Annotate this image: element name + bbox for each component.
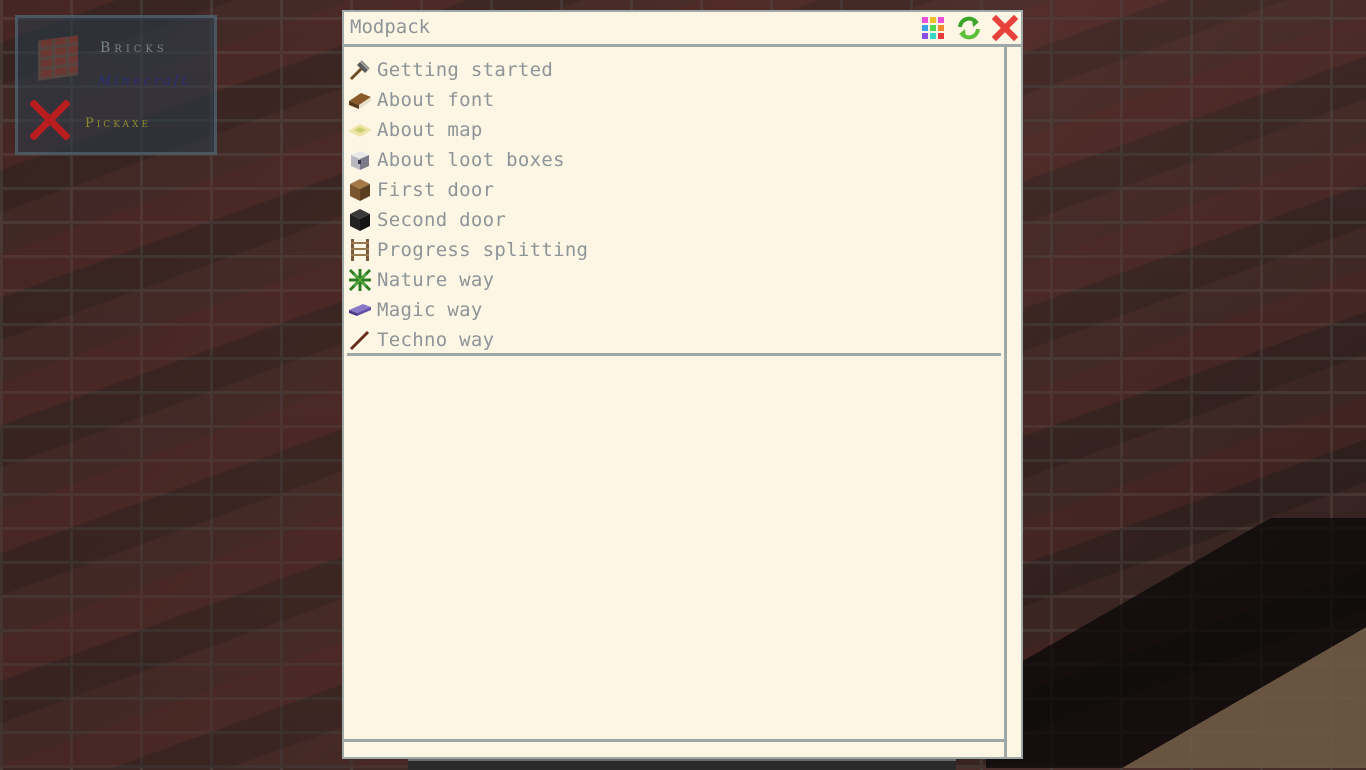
quest-item-about-loot-boxes[interactable]: About loot boxes: [347, 145, 1001, 175]
block-info-hud: Bricks Minecraft Pickaxe: [15, 15, 217, 155]
quest-item-nature-way[interactable]: Nature way: [347, 265, 1001, 295]
quest-panel: Getting started About font About map Abo…: [347, 50, 1001, 739]
player-arm-shadow: [986, 518, 1366, 768]
hotbar: [408, 759, 956, 770]
window-titlebar: Modpack: [344, 12, 1021, 47]
book-icon: [349, 93, 371, 109]
quest-label: Getting started: [377, 59, 554, 81]
lootbox-icon: [351, 151, 369, 170]
map-icon: [348, 124, 372, 137]
bricks-block-icon: [38, 35, 78, 81]
close-icon[interactable]: [992, 15, 1018, 41]
quest-item-about-map[interactable]: About map: [347, 115, 1001, 145]
stick-icon: [349, 330, 370, 351]
quest-label: Nature way: [377, 269, 495, 291]
quest-label: About map: [377, 119, 483, 141]
ladder-icon: [351, 239, 369, 261]
vine-icon: [348, 268, 372, 292]
hammer-icon: [349, 60, 370, 81]
quest-item-first-door[interactable]: First door: [347, 175, 1001, 205]
quest-item-magic-way[interactable]: Magic way: [347, 295, 1001, 325]
hud-mod-name: Minecraft: [98, 74, 190, 89]
wooden-block-icon: [350, 179, 370, 201]
quest-item-techno-way[interactable]: Techno way: [347, 325, 1001, 355]
list-divider: [347, 353, 1001, 356]
quest-item-getting-started[interactable]: Getting started: [347, 55, 1001, 85]
quest-label: Techno way: [377, 329, 495, 351]
quest-item-second-door[interactable]: Second door: [347, 205, 1001, 235]
quest-item-about-font[interactable]: About font: [347, 85, 1001, 115]
quest-list: Getting started About font About map Abo…: [347, 55, 1001, 355]
refresh-icon[interactable]: [956, 15, 982, 41]
quest-label: Magic way: [377, 299, 483, 321]
hud-block-name: Bricks: [100, 40, 168, 56]
quest-label: About loot boxes: [377, 149, 565, 171]
quest-label: About font: [377, 89, 495, 111]
dark-block-icon: [350, 209, 370, 231]
scrollbar[interactable]: [1004, 47, 1021, 757]
quest-label: First door: [377, 179, 495, 201]
bottom-bar: [344, 739, 1004, 757]
magic-ingot-icon: [349, 304, 371, 316]
quest-label: Progress splitting: [377, 239, 589, 261]
quest-item-progress-splitting[interactable]: Progress splitting: [347, 235, 1001, 265]
hud-tool-name: Pickaxe: [85, 116, 152, 131]
modpack-window: Modpack Getting started About font About…: [342, 10, 1023, 759]
window-title: Modpack: [350, 16, 431, 38]
red-x-icon: [30, 100, 70, 140]
grid-icon[interactable]: [920, 15, 946, 41]
quest-label: Second door: [377, 209, 507, 231]
